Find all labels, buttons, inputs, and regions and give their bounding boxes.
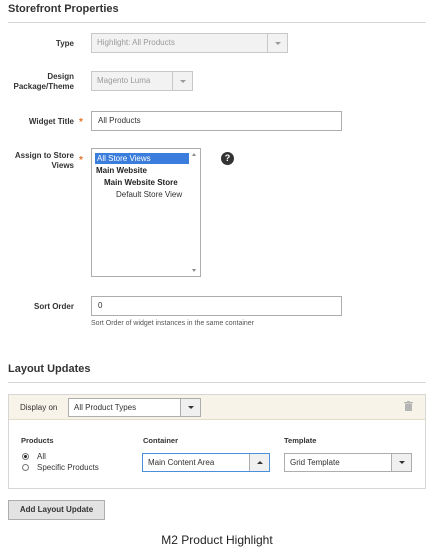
store-views-listbox[interactable]: All Store Views Main Website Main Websit… [91,148,201,277]
storefront-divider [8,22,426,23]
chevron-up-icon[interactable] [249,454,269,471]
container-select[interactable]: Main Content Area [142,453,270,472]
design-theme-label: Design Package/Theme [13,72,74,91]
caption: M2 Product Highlight [161,533,273,547]
sort-order-note: Sort Order of widget instances in the sa… [91,320,255,327]
help-icon[interactable]: ? [221,152,234,165]
store-view-option-default[interactable]: Default Store View [116,189,182,200]
trash-icon[interactable] [404,401,413,411]
display-on-label: Display on [20,403,58,412]
radio-all[interactable] [22,453,29,460]
design-theme-select: Magento Luma [91,71,193,91]
display-on-select[interactable]: All Product Types [68,398,201,417]
radio-specific-products-label: Specific Products [37,463,99,472]
template-value: Grid Template [290,458,340,467]
sort-order-input[interactable]: 0 [91,296,342,316]
layout-update-header: Display on All Product Types [9,395,425,420]
template-select[interactable]: Grid Template [284,453,412,472]
template-label: Template [284,436,317,445]
chevron-down-icon[interactable] [391,454,411,471]
layout-update-panel: Display on All Product Types Products Al… [8,394,426,489]
storefront-section-title: Storefront Properties [8,3,119,15]
chevron-down-icon [172,72,192,90]
store-view-option-main-website[interactable]: Main Website [96,165,147,176]
store-view-option-all[interactable]: All Store Views [95,153,189,164]
container-value: Main Content Area [148,458,215,467]
layout-section-title: Layout Updates [8,363,91,375]
design-theme-value: Magento Luma [97,76,151,85]
chevron-down-icon[interactable] [180,399,200,416]
display-on-value: All Product Types [74,403,137,412]
container-label: Container [143,436,179,445]
radio-specific-products[interactable] [22,464,29,471]
radio-all-label: All [37,452,46,461]
store-view-option-main-website-store[interactable]: Main Website Store [104,177,178,188]
listbox-scrollbar[interactable] [190,150,199,275]
products-label: Products [21,436,54,445]
type-label: Type [55,39,74,48]
scroll-down-icon[interactable] [192,269,196,272]
add-layout-update-button[interactable]: Add Layout Update [8,500,105,520]
chevron-down-icon [267,34,287,52]
layout-divider [8,382,426,383]
required-asterisk: * [79,155,83,166]
store-views-label: Assign to Store Views [14,151,74,170]
widget-title-input[interactable]: All Products [91,111,342,131]
widget-title-label: Widget Title [28,117,74,126]
required-asterisk: * [79,117,83,128]
type-select: Highlight: All Products [91,33,288,53]
sort-order-label: Sort Order [33,302,74,311]
scroll-up-icon[interactable] [192,153,196,156]
type-select-value: Highlight: All Products [97,38,175,47]
